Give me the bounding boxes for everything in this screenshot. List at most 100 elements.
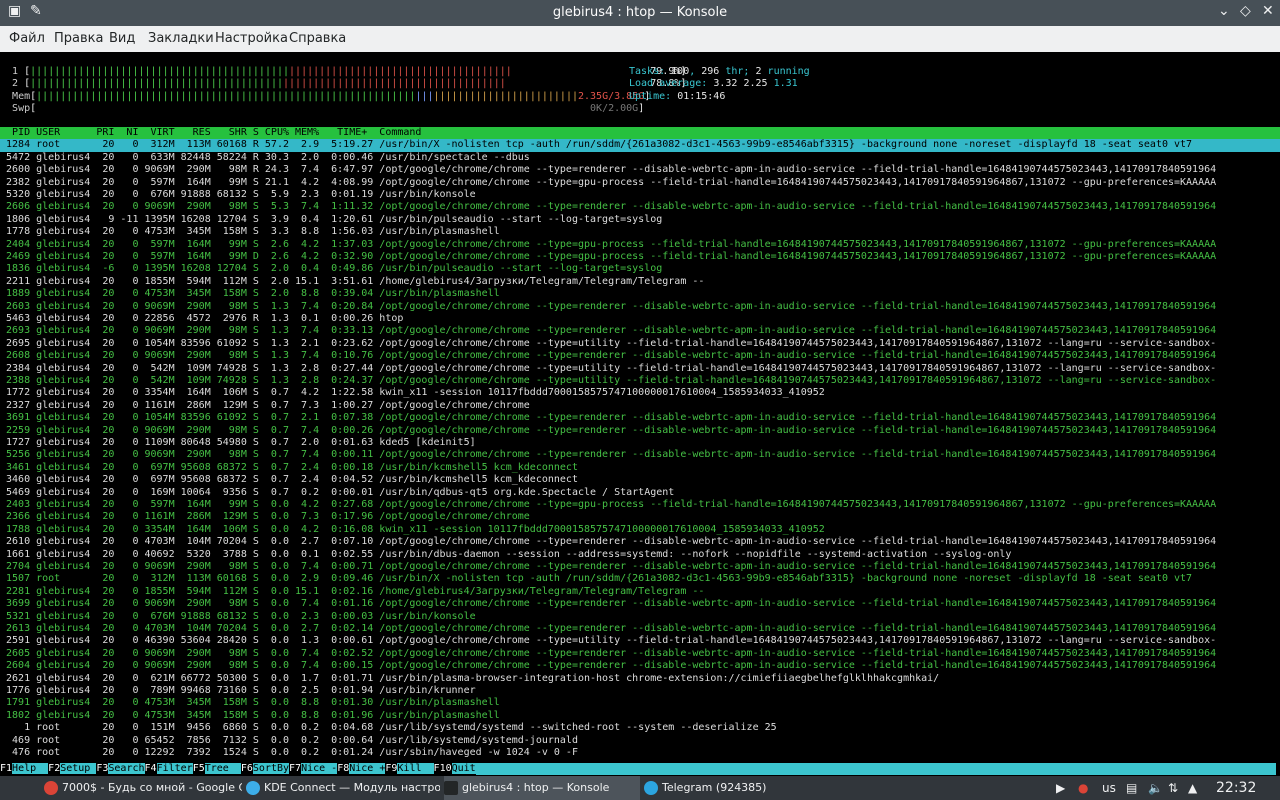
fkey-label[interactable]: Nice - — [301, 763, 338, 774]
process-row[interactable]: 1788 glebirus4 20 0 3354M 164M 106M S 0.… — [0, 524, 1280, 536]
process-row[interactable]: 2384 glebirus4 20 0 542M 109M 74928 S 1.… — [0, 363, 1280, 375]
fkey-label[interactable]: Search — [108, 763, 145, 774]
network-icon[interactable]: ⇅ — [1168, 776, 1178, 800]
fkey-label[interactable]: Filter — [156, 763, 193, 774]
volume-icon[interactable]: 🔈 — [1148, 776, 1163, 800]
process-row[interactable]: 1772 glebirus4 20 0 3354M 164M 106M S 0.… — [0, 387, 1280, 399]
keyboard-layout[interactable]: us — [1102, 776, 1116, 800]
process-row[interactable]: 3691 glebirus4 20 0 1054M 83596 61092 S … — [0, 412, 1280, 424]
fkey-f6[interactable]: F6 — [240, 763, 253, 774]
process-row[interactable]: 2621 glebirus4 20 0 621M 66772 50300 S 0… — [0, 673, 1280, 685]
process-row[interactable]: 2382 glebirus4 20 0 597M 164M 99M S 21.1… — [0, 177, 1280, 189]
fkey-label[interactable]: Kill — [397, 763, 434, 774]
process-row[interactable]: 1802 glebirus4 20 0 4753M 345M 158M S 0.… — [0, 710, 1280, 722]
menu-help[interactable]: Справка — [289, 31, 346, 46]
process-row[interactable]: 476 root 20 0 12292 7392 1524 S 0.0 0.2 … — [0, 747, 1280, 759]
chrome-tray-icon[interactable]: ● — [1078, 776, 1088, 800]
process-row[interactable]: 5472 glebirus4 20 0 633M 82448 58224 R 3… — [0, 152, 1280, 164]
menu-view[interactable]: Вид — [109, 31, 135, 46]
fkey-label[interactable]: SortBy — [252, 763, 290, 774]
clock[interactable]: 22:32 — [1216, 776, 1256, 800]
process-row[interactable]: 2404 glebirus4 20 0 597M 164M 99M S 2.6 … — [0, 239, 1280, 251]
process-row[interactable]: 1889 glebirus4 20 0 4753M 345M 158M S 2.… — [0, 288, 1280, 300]
fkey-f10[interactable]: F10 — [433, 763, 452, 774]
expand-tray-icon[interactable]: ▲ — [1188, 776, 1197, 800]
process-row[interactable]: 1284 root 20 0 312M 113M 60168 R 57.2 2.… — [0, 139, 1280, 152]
process-row[interactable]: 2327 glebirus4 20 0 1161M 286M 129M S 0.… — [0, 400, 1280, 412]
process-row[interactable]: 2695 glebirus4 20 0 1054M 83596 61092 S … — [0, 338, 1280, 350]
minimize-icon[interactable]: ⌄ — [1218, 3, 1230, 19]
tasks-summary: Tasks: 100, 296 thr; 2 running — [629, 66, 810, 77]
process-row[interactable]: 2388 glebirus4 20 0 542M 109M 74928 S 1.… — [0, 375, 1280, 387]
fkey-f7[interactable]: F7 — [289, 763, 302, 774]
process-row[interactable]: 2604 glebirus4 20 0 9069M 290M 98M S 0.0… — [0, 660, 1280, 672]
task-kde-connect[interactable]: KDE Connect — Модуль настро... — [246, 776, 440, 800]
process-row[interactable]: 2606 glebirus4 20 0 9069M 290M 98M S 5.3… — [0, 201, 1280, 213]
task-telegram[interactable]: Telegram (924385) — [644, 776, 840, 800]
process-row[interactable]: 1 root 20 0 151M 9456 6860 S 0.0 0.2 0:0… — [0, 722, 1280, 734]
fkey-label[interactable]: Nice + — [349, 763, 386, 774]
process-row[interactable]: 5320 glebirus4 20 0 676M 91888 68132 S 5… — [0, 189, 1280, 201]
process-row[interactable]: 1727 glebirus4 20 0 1109M 80648 54980 S … — [0, 437, 1280, 449]
play-icon[interactable]: ▶ — [1056, 776, 1065, 800]
task-chrome[interactable]: 7000$ - Будь со мной - Google C... — [44, 776, 242, 800]
close-icon[interactable]: ✕ — [1262, 3, 1274, 19]
maximize-icon[interactable]: ◇ — [1240, 3, 1251, 19]
fkey-f5[interactable]: F5 — [192, 763, 205, 774]
kde-connect-icon — [246, 781, 260, 795]
fkey-label[interactable]: Quit — [451, 763, 476, 774]
process-row[interactable]: 1507 root 20 0 312M 113M 60168 S 0.0 2.9… — [0, 573, 1280, 585]
menu-settings[interactable]: Настройка — [215, 31, 288, 46]
process-row[interactable]: 2366 glebirus4 20 0 1161M 286M 129M S 0.… — [0, 511, 1280, 523]
process-row[interactable]: 2704 glebirus4 20 0 9069M 290M 98M S 0.0… — [0, 561, 1280, 573]
process-row[interactable]: 5469 glebirus4 20 0 169M 10064 9356 S 0.… — [0, 487, 1280, 499]
process-row[interactable]: 2605 glebirus4 20 0 9069M 290M 98M S 0.0… — [0, 648, 1280, 660]
process-row[interactable]: 3460 glebirus4 20 0 697M 95608 68372 S 0… — [0, 474, 1280, 486]
task-label: Telegram (924385) — [662, 781, 767, 794]
process-row[interactable]: 2259 glebirus4 20 0 9069M 290M 98M S 0.7… — [0, 425, 1280, 437]
process-row[interactable]: 5463 glebirus4 20 0 22856 4572 2976 R 1.… — [0, 313, 1280, 325]
process-row[interactable]: 2403 glebirus4 20 0 597M 164M 99M S 0.0 … — [0, 499, 1280, 511]
process-row[interactable]: 2608 glebirus4 20 0 9069M 290M 98M S 1.3… — [0, 350, 1280, 362]
process-row[interactable]: 1791 glebirus4 20 0 4753M 345M 158M S 0.… — [0, 697, 1280, 709]
process-row[interactable]: 1778 glebirus4 20 0 4753M 345M 158M S 3.… — [0, 226, 1280, 238]
process-row[interactable]: 2591 glebirus4 20 0 46390 53604 28420 S … — [0, 635, 1280, 647]
process-row[interactable]: 2613 glebirus4 20 0 4703M 104M 70204 S 0… — [0, 623, 1280, 635]
process-row[interactable]: 1776 glebirus4 20 0 789M 99468 73160 S 0… — [0, 685, 1280, 697]
fkey-f2[interactable]: F2 — [48, 763, 61, 774]
process-row[interactable]: 2610 glebirus4 20 0 4703M 104M 70204 S 0… — [0, 536, 1280, 548]
menu-bookmarks[interactable]: Закладки — [148, 31, 214, 46]
process-row[interactable]: 2600 glebirus4 20 0 9069M 290M 98M R 24.… — [0, 164, 1280, 176]
fkey-f4[interactable]: F4 — [144, 763, 157, 774]
process-row[interactable]: 5256 glebirus4 20 0 9069M 290M 98M S 0.7… — [0, 449, 1280, 461]
uptime: Uptime: 01:15:46 — [629, 90, 726, 102]
process-row[interactable]: 5321 glebirus4 20 0 676M 91888 68132 S 0… — [0, 611, 1280, 623]
process-row[interactable]: 3699 glebirus4 20 0 9069M 290M 98M S 0.0… — [0, 598, 1280, 610]
process-row[interactable]: 1836 glebirus4 -6 0 1395M 16208 12704 S … — [0, 263, 1280, 275]
window-titlebar[interactable]: ▣ ✎ glebirus4 : htop — Konsole ⌄ ◇ ✕ — [0, 0, 1280, 26]
taskbar: 7000$ - Будь со мной - Google C... KDE C… — [0, 776, 1280, 800]
fkey-f9[interactable]: F9 — [385, 763, 398, 774]
process-row[interactable]: 469 root 20 0 65452 7856 7132 S 0.0 0.2 … — [0, 735, 1280, 747]
fkey-f3[interactable]: F3 — [96, 763, 109, 774]
swap-meter: Swp[ 0K/2.00G] — [12, 103, 645, 115]
process-row[interactable]: 1661 glebirus4 20 0 40692 5320 3788 S 0.… — [0, 549, 1280, 561]
process-row[interactable]: 2281 glebirus4 20 0 1855M 594M 112M S 0.… — [0, 586, 1280, 598]
terminal[interactable]: 1 [|||||||||||||||||||||||||||||||||||||… — [0, 52, 1280, 776]
fkey-f8[interactable]: F8 — [337, 763, 350, 774]
fkey-label[interactable]: Setup — [60, 763, 97, 774]
process-row[interactable]: 3461 glebirus4 20 0 697M 95608 68372 S 0… — [0, 462, 1280, 474]
process-row[interactable]: 2469 glebirus4 20 0 597M 164M 99M D 2.6 … — [0, 251, 1280, 263]
fkey-label[interactable]: Help — [12, 763, 49, 774]
fkey-label[interactable]: Tree — [204, 763, 241, 774]
process-row[interactable]: 2211 glebirus4 20 0 1855M 594M 112M S 2.… — [0, 276, 1280, 288]
menu-edit[interactable]: Правка — [54, 31, 103, 46]
process-row[interactable]: 2603 glebirus4 20 0 9069M 290M 98M S 1.3… — [0, 301, 1280, 313]
task-konsole[interactable]: glebirus4 : htop — Konsole — [444, 776, 640, 800]
fkey-f1[interactable]: F1 — [0, 763, 13, 774]
process-table-header[interactable]: PID USER PRI NI VIRT RES SHR S CPU% MEM%… — [0, 127, 1280, 140]
process-row[interactable]: 2693 glebirus4 20 0 9069M 290M 98M S 1.3… — [0, 325, 1280, 337]
clipboard-icon[interactable]: ▤ — [1126, 776, 1137, 800]
menu-file[interactable]: Файл — [9, 31, 45, 46]
process-row[interactable]: 1806 glebirus4 9 -11 1395M 16208 12704 S… — [0, 214, 1280, 226]
